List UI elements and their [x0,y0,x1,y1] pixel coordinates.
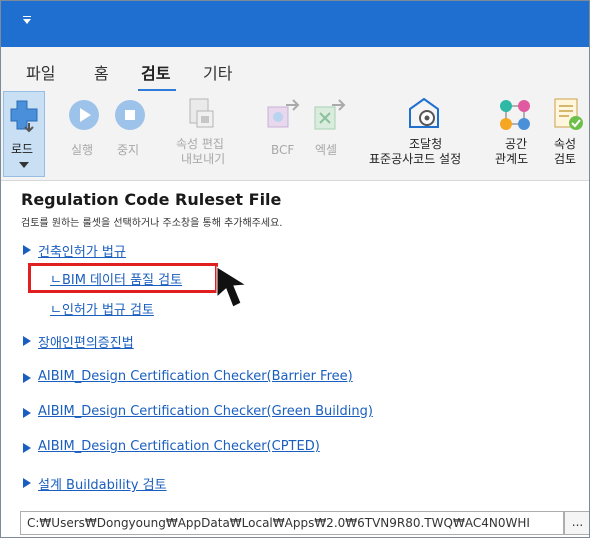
excel-icon [314,99,346,130]
bcf-icon [267,99,300,128]
property-export-label: 내보내기 [181,152,226,166]
stop-button[interactable]: 중지 [109,91,151,177]
load-label: 로드 [11,142,34,156]
space-label-1: 공간 [505,137,528,151]
stop-icon [115,100,145,130]
space-graph-icon [500,100,530,130]
expand-triangle-icon[interactable] [23,478,31,488]
quick-access-line [23,16,31,17]
ruleset-barrier-free[interactable]: AIBIM_Design Certification Checker(Barri… [38,369,353,384]
ruleset-permit-review[interactable]: ㄴ인허가 법규 검토 [50,299,154,318]
title-bar [1,1,589,47]
load-icon [10,100,38,133]
attribute-label-2: 검토 [554,152,577,166]
attribute-check-icon [554,98,583,130]
tab-other[interactable]: 기타 [203,60,232,84]
tab-file[interactable]: 파일 [26,60,55,84]
run-label: 실행 [71,143,94,157]
procurement-settings-button[interactable]: 조달청 표준공사코드 설정 [365,91,483,177]
attribute-label-1: 속성 [554,137,577,151]
expand-triangle-icon[interactable] [23,408,31,418]
bcf-label: BCF [271,143,295,157]
excel-button[interactable]: 엑셀 [309,91,351,177]
tab-home[interactable]: 홈 [94,60,109,84]
ruleset-disability[interactable]: 장애인편의증진법 [38,332,134,351]
ruleset-cpted[interactable]: AIBIM_Design Certification Checker(CPTED… [38,439,320,454]
excel-label: 엑셀 [315,143,338,157]
space-label-2: 관계도 [495,152,529,166]
space-graph-button[interactable]: 공간 관계도 [491,91,539,177]
ruleset-buildability[interactable]: 설계 Buildability 검토 [38,474,167,493]
ruleset-panel: Regulation Code Ruleset File 검토를 원하는 룰셋을… [1,181,589,537]
ruleset-building-permit[interactable]: 건축인허가 법규 [38,241,126,260]
ruleset-green-building[interactable]: AIBIM_Design Certification Checker(Green… [38,404,373,419]
menu-bar: 파일 홈 검토 기타 [1,47,589,91]
run-button[interactable]: 실행 [63,91,105,177]
panel-subtitle: 검토를 원하는 룰셋을 선택하거나 주소창을 통해 추가해주세요. [21,218,283,229]
load-button[interactable]: 로드 [3,91,45,177]
property-edit-icon [189,98,214,128]
ribbon: 로드 실행 중지 속성 편집 내보내기 BCF 엑셀 조달청 표준공사코드 설정… [1,91,589,181]
attribute-check-button[interactable]: 속성 검토 [544,91,589,177]
property-edit-label: 속성 편집 [176,137,224,151]
expand-triangle-icon[interactable] [23,373,31,383]
stop-label: 중지 [117,143,140,157]
expand-triangle-icon[interactable] [23,245,31,255]
play-icon [69,100,99,130]
quick-access-icon[interactable] [23,19,31,24]
app-window: 파일 홈 검토 기타 로드 실행 중지 속성 편집 내보내기 BCF 엑셀 조달… [0,0,590,538]
tab-review[interactable]: 검토 [141,60,170,84]
procurement-label-1: 조달청 [409,137,443,151]
procurement-label-2: 표준공사코드 설정 [369,152,462,166]
ruleset-path-input[interactable]: C:₩Users₩Dongyoung₩AppData₩Local₩Apps₩2.… [20,511,564,535]
expand-triangle-icon[interactable] [23,443,31,453]
panel-title: Regulation Code Ruleset File [21,190,282,209]
mouse-cursor-icon [216,266,248,308]
browse-button[interactable]: ... [564,511,589,535]
property-edit-button[interactable]: 속성 편집 내보내기 [171,91,233,177]
procurement-settings-icon [409,97,439,128]
highlight-box [28,263,218,293]
expand-triangle-icon[interactable] [23,336,31,346]
bcf-button[interactable]: BCF [263,91,305,177]
chevron-down-icon [19,162,29,168]
